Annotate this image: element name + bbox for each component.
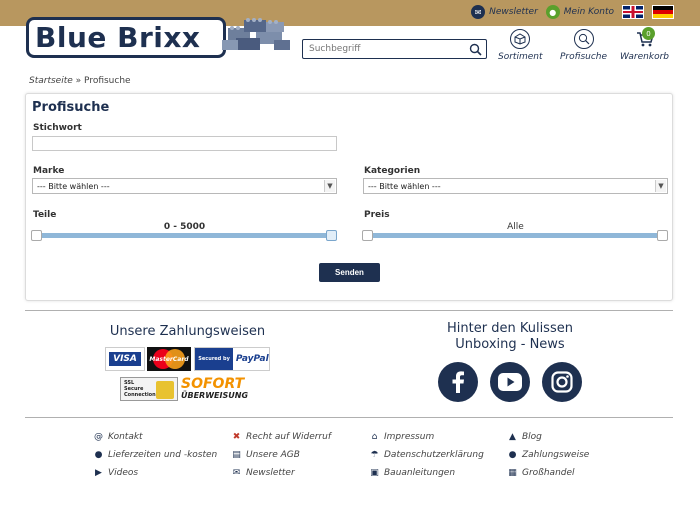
parts-label: Teile [33,210,57,220]
price-slider-min-handle[interactable] [362,230,373,241]
advanced-search-form: Profisuche Stichwort Marke --- Bitte wäh… [25,93,673,301]
footer-link-blog[interactable]: ▲ Blog [507,431,542,442]
keyword-input[interactable] [32,136,337,151]
truck-icon: ● [94,449,103,460]
price-label: Preis [364,210,390,220]
footer-link-withdrawal[interactable]: ✖ Recht auf Widerruf [231,431,331,442]
facebook-link[interactable] [438,362,478,402]
brand-label: Marke [33,166,65,176]
german-flag-icon[interactable] [652,5,674,19]
umbrella-icon: ☂ [370,449,379,460]
behind-the-scenes-title: Hinter den Kulissen Unboxing - News [447,321,573,352]
footer-link-imprint[interactable]: ⌂ Impressum [369,431,435,442]
breadcrumb-separator: » [75,76,82,86]
keyword-label: Stichwort [33,123,82,133]
parts-slider-min-handle[interactable] [31,230,42,241]
close-icon: ✖ [232,431,241,442]
bricks-logo-icon [222,18,290,50]
box-icon [510,29,531,49]
mastercard-logo: MasterCard [147,347,191,371]
account-link[interactable]: ● Mein Konto [545,5,614,19]
brand-select-value: --- Bitte wählen --- [37,181,110,191]
price-range-value: Alle [507,222,524,232]
divider [25,417,673,418]
youtube-link[interactable] [490,362,530,402]
footer-link-wholesale[interactable]: ▦ Großhandel [507,467,574,478]
brand-select[interactable]: --- Bitte wählen --- ▼ [32,178,337,194]
ssl-badge: SSL Secure Connection [120,377,178,401]
lock-icon [156,381,174,399]
envelope-icon: ✉ [232,467,241,478]
cart-count-badge: 0 [642,27,655,40]
bottle-icon: ▲ [509,431,516,442]
payments-title: Unsere Zahlungsweisen [109,324,266,339]
footer-link-privacy[interactable]: ☂ Datenschutzerklärung [369,449,483,460]
footer-link-newsletter[interactable]: ✉ Newsletter [231,467,295,478]
facebook-icon [452,371,464,393]
submit-button[interactable]: Senden [319,263,380,282]
sofort-logo: SOFORT ÜBERWEISUNG [181,375,249,400]
instagram-icon [551,371,573,393]
nav-advanced-search-label: Profisuche [560,52,608,62]
home-icon: ⌂ [371,431,378,442]
search-input[interactable] [303,40,464,58]
category-label: Kategorien [364,166,421,176]
account-label: Mein Konto [563,7,614,17]
footer-link-payment[interactable]: ● Zahlungsweise [507,449,590,460]
parts-slider-track[interactable] [37,233,331,238]
nav-cart[interactable]: 0 Warenkorb [620,27,669,62]
paypal-logo: Secured by PayPal [194,347,270,371]
category-select-value: --- Bitte wählen --- [368,181,441,191]
store-icon: ▦ [508,467,517,478]
price-slider-max-handle[interactable] [657,230,668,241]
document-icon: ▤ [232,449,241,460]
nav-assortment[interactable]: Sortiment [498,29,543,62]
footer-link-terms[interactable]: ▤ Unsere AGB [231,449,300,460]
price-slider-track[interactable] [368,233,662,238]
english-flag-icon[interactable] [622,5,644,19]
search-box [302,39,487,59]
search-icon[interactable] [464,40,486,58]
page-title: Profisuche [32,100,110,115]
footer-link-contact[interactable]: @ Kontakt [93,431,143,442]
instagram-link[interactable] [542,362,582,402]
info-icon: ● [508,449,517,460]
chevron-down-icon: ▼ [655,180,666,192]
footer-link-instructions[interactable]: ▣ Bauanleitungen [369,467,455,478]
logo-text: Blue Brixx [35,21,201,54]
parts-range-value: 0 - 5000 [163,222,206,232]
user-icon: ● [545,5,560,19]
top-links: ✉ Newsletter ● Mein Konto [471,5,674,19]
newsletter-label: Newsletter [489,7,538,17]
chevron-down-icon: ▼ [324,180,335,192]
visa-logo: VISA [105,347,145,371]
save-icon: ▣ [370,467,379,478]
play-icon: ▶ [95,467,102,478]
footer-link-delivery[interactable]: ● Lieferzeiten und -kosten [93,449,218,460]
nav-assortment-label: Sortiment [498,52,543,62]
newsletter-link[interactable]: ✉ Newsletter [471,5,538,19]
magnifier-az-icon [573,29,594,49]
parts-slider-max-handle[interactable] [326,230,337,241]
newsletter-icon: ✉ [471,5,486,19]
at-sign-icon: @ [94,431,103,442]
site-logo[interactable]: Blue Brixx [26,17,226,58]
nav-advanced-search[interactable]: Profisuche [560,29,607,62]
category-select[interactable]: --- Bitte wählen --- ▼ [363,178,668,194]
breadcrumb: Startseite » Profisuche [29,76,131,86]
youtube-icon [498,373,522,391]
breadcrumb-home[interactable]: Startseite [29,76,73,86]
footer-link-videos[interactable]: ▶ Videos [93,467,138,478]
divider [25,310,673,311]
breadcrumb-current: Profisuche [84,76,131,86]
nav-cart-label: Warenkorb [620,52,669,62]
